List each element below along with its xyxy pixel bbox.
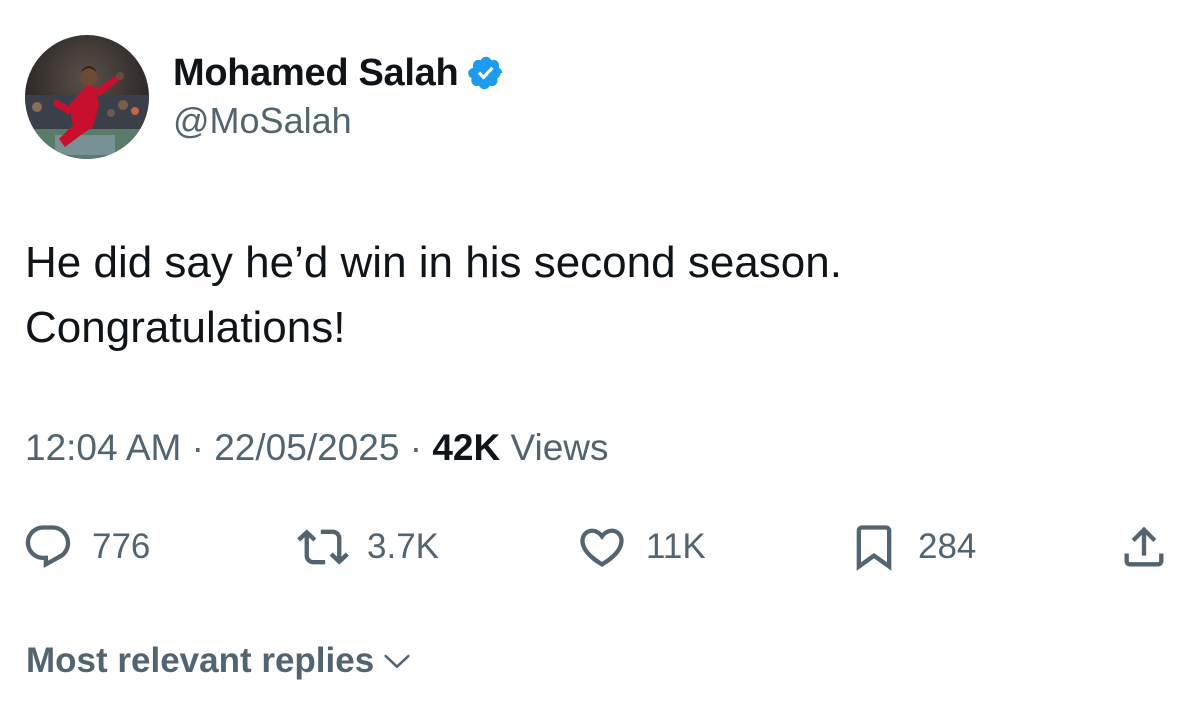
tweet-meta: 12:04 AM · 22/05/2025 · 42K Views [25, 427, 609, 469]
like-button[interactable]: 11K [576, 519, 706, 575]
chevron-down-icon [384, 654, 410, 668]
verified-badge-icon[interactable] [467, 54, 505, 92]
replies-sort-dropdown[interactable]: Most relevant replies [26, 638, 414, 684]
bookmark-count: 284 [918, 527, 977, 566]
like-count: 11K [646, 527, 706, 566]
bookmark-icon [856, 525, 892, 571]
share-button[interactable] [1118, 519, 1170, 575]
tweet-text-line: Congratulations! [25, 303, 346, 352]
tweet-text-line: He did say he’d win in his second season… [25, 238, 842, 287]
share-icon [1124, 526, 1164, 567]
meta-separator: · [399, 427, 433, 468]
reply-count: 776 [92, 527, 151, 566]
repost-icon [297, 529, 349, 565]
heart-icon [580, 528, 624, 567]
bookmark-button[interactable]: 284 [848, 519, 976, 575]
views-count: 42K [432, 427, 501, 468]
avatar[interactable] [25, 35, 149, 159]
views-label: Views [500, 427, 609, 468]
author-display-name[interactable]: Mohamed Salah [173, 52, 459, 95]
tweet-time[interactable]: 12:04 AM [25, 427, 181, 468]
tweet-text: He did say he’d win in his second season… [25, 230, 1175, 360]
reply-icon [25, 525, 71, 569]
author-name-row[interactable]: Mohamed Salah [173, 49, 505, 97]
author-handle[interactable]: @MoSalah [173, 100, 352, 142]
replies-sort-label: Most relevant replies [26, 641, 375, 680]
avatar-image [25, 35, 149, 159]
meta-separator: · [181, 427, 215, 468]
tweet-date[interactable]: 22/05/2025 [214, 427, 399, 468]
repost-button[interactable]: 3.7K [297, 519, 439, 575]
repost-count: 3.7K [367, 527, 439, 566]
reply-button[interactable]: 776 [22, 519, 150, 575]
